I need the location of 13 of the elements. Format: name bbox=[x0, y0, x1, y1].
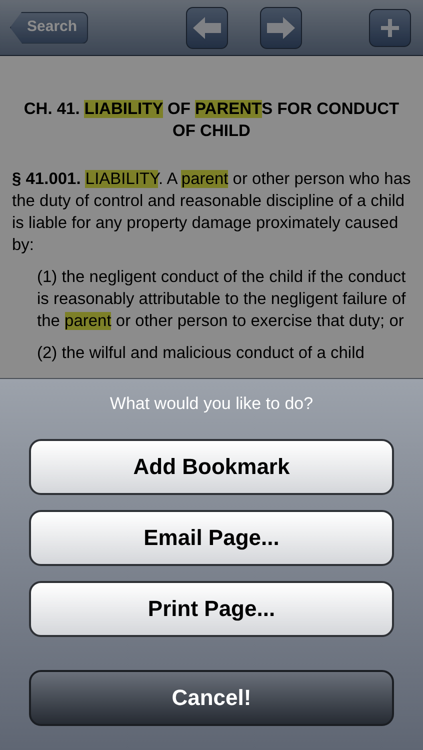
action-button[interactable]: Print Page... bbox=[29, 580, 394, 636]
chapter-heading: CH. 41. LIABILITY OF PARENTS FOR CONDUCT OF CHILD bbox=[22, 99, 400, 142]
plus-icon bbox=[381, 18, 399, 36]
cancel-button[interactable]: Cancel! bbox=[29, 670, 394, 726]
add-button[interactable] bbox=[369, 8, 411, 46]
forward-arrow-button[interactable] bbox=[260, 6, 302, 48]
action-button[interactable]: Email Page... bbox=[29, 510, 394, 566]
right-arrow-icon bbox=[266, 16, 295, 38]
back-arrow-button[interactable] bbox=[186, 6, 228, 48]
sheet-title: What would you like to do? bbox=[110, 393, 314, 415]
section-paragraph: (2) the wilful and malicious conduct of a child bbox=[37, 343, 366, 364]
action-button[interactable]: Add Bookmark bbox=[29, 438, 394, 494]
left-arrow-icon bbox=[192, 16, 221, 38]
